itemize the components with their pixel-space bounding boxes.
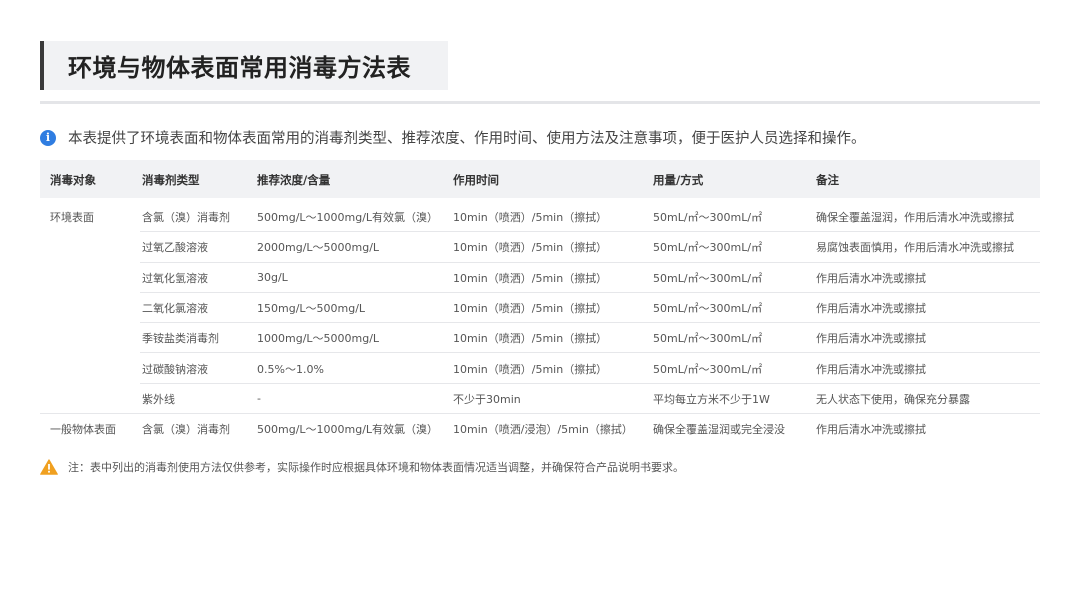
table-cell: 2000mg/L～5000mg/L [257, 241, 380, 255]
disinfection-table: 消毒对象 消毒剂类型 推荐浓度/含量 作用时间 用量/方式 备注 环境表面 含氯… [40, 160, 1040, 444]
table-cell: 季铵盐类消毒剂 [142, 332, 219, 346]
table-cell: 500mg/L～1000mg/L有效氯（溴） [257, 211, 439, 225]
table-row: 季铵盐类消毒剂 1000mg/L～5000mg/L 10min（喷洒）/5min… [40, 323, 1040, 354]
table-cell: 50mL/㎡～300mL/㎡ [653, 211, 763, 225]
column-header: 用量/方式 [653, 173, 704, 187]
column-header: 消毒剂类型 [142, 173, 200, 187]
table-cell: 10min（喷洒）/5min（擦拭） [453, 362, 608, 376]
footnote-text: 注：表中列出的消毒剂使用方法仅供参考，实际操作时应根据具体环境和物体表面情况适当… [68, 461, 684, 474]
column-header: 消毒对象 [50, 173, 96, 187]
table-cell: 10min（喷洒）/5min（擦拭） [453, 302, 608, 316]
table-cell: 10min（喷洒）/5min（擦拭） [453, 211, 608, 225]
title-divider [40, 101, 1040, 104]
table-cell: 过氧化氢溶液 [142, 271, 208, 285]
table-cell: 50mL/㎡～300mL/㎡ [653, 302, 763, 316]
table-row: 过氧化氢溶液 30g/L 10min（喷洒）/5min（擦拭） 50mL/㎡～3… [40, 263, 1040, 293]
table-cell: 150mg/L～500mg/L [257, 302, 366, 316]
intro-text: 本表提供了环境表面和物体表面常用的消毒剂类型、推荐浓度、作用时间、使用方法及注意… [68, 131, 866, 147]
table-cell: 二氧化氯溶液 [142, 302, 208, 316]
table-cell: 50mL/㎡～300mL/㎡ [653, 362, 763, 376]
table-cell: 过氧乙酸溶液 [142, 241, 208, 255]
table-cell: 50mL/㎡～300mL/㎡ [653, 271, 763, 285]
title-block: 环境与物体表面常用消毒方法表 [40, 41, 448, 90]
table-cell: 平均每立方米不少于1W [653, 392, 770, 406]
table-cell: 50mL/㎡～300mL/㎡ [653, 241, 763, 255]
table-header: 消毒对象 消毒剂类型 推荐浓度/含量 作用时间 用量/方式 备注 [40, 160, 1040, 198]
table-cell: 不少于30min [453, 392, 521, 406]
table-cell: 作用后清水冲洗或擦拭 [816, 302, 926, 316]
table-row: 过碳酸钠溶液 0.5%～1.0% 10min（喷洒）/5min（擦拭） 50mL… [40, 353, 1040, 384]
column-header: 作用时间 [453, 173, 499, 187]
table-cell: 500mg/L～1000mg/L有效氯（溴） [257, 423, 439, 437]
table-body: 环境表面 含氯（溴）消毒剂 500mg/L～1000mg/L有效氯（溴） 10m… [40, 202, 1040, 444]
intro: i 本表提供了环境表面和物体表面常用的消毒剂类型、推荐浓度、作用时间、使用方法及… [40, 127, 866, 148]
footnote: 注：表中列出的消毒剂使用方法仅供参考，实际操作时应根据具体环境和物体表面情况适当… [40, 459, 684, 475]
table-cell: - [257, 392, 261, 406]
table-cell: 0.5%～1.0% [257, 362, 324, 376]
table-cell: 含氯（溴）消毒剂 [142, 211, 230, 225]
table-cell: 30g/L [257, 271, 288, 285]
table-cell: 1000mg/L～5000mg/L [257, 332, 380, 346]
column-header: 推荐浓度/含量 [257, 173, 331, 187]
table-cell: 作用后清水冲洗或擦拭 [816, 423, 926, 437]
table-cell: 环境表面 [50, 211, 94, 225]
table-cell: 10min（喷洒）/5min（擦拭） [453, 271, 608, 285]
table-cell: 作用后清水冲洗或擦拭 [816, 271, 926, 285]
table-cell: 易腐蚀表面慎用，作用后清水冲洗或擦拭 [816, 241, 1014, 255]
table-cell: 紫外线 [142, 392, 175, 406]
table-cell: 含氯（溴）消毒剂 [142, 423, 230, 437]
table-cell: 10min（喷洒）/5min（擦拭） [453, 332, 608, 346]
warning-icon [40, 459, 58, 475]
table-row: 过氧乙酸溶液 2000mg/L～5000mg/L 10min（喷洒）/5min（… [40, 232, 1040, 263]
table-cell: 过碳酸钠溶液 [142, 362, 208, 376]
table-cell: 10min（喷洒/浸泡）/5min（擦拭） [453, 423, 633, 437]
table-row: 环境表面 含氯（溴）消毒剂 500mg/L～1000mg/L有效氯（溴） 10m… [40, 202, 1040, 233]
table-cell: 作用后清水冲洗或擦拭 [816, 362, 926, 376]
column-header: 备注 [816, 173, 839, 187]
table-cell: 确保全覆盖湿润或完全浸没 [653, 423, 785, 437]
table-row: 紫外线 - 不少于30min 平均每立方米不少于1W 无人状态下使用，确保充分暴… [40, 384, 1040, 415]
info-icon: i [40, 129, 56, 146]
table-cell: 一般物体表面 [50, 423, 116, 437]
table-cell: 10min（喷洒）/5min（擦拭） [453, 241, 608, 255]
table-cell: 确保全覆盖湿润，作用后清水冲洗或擦拭 [816, 211, 1014, 225]
table-row: 一般物体表面 含氯（溴）消毒剂 500mg/L～1000mg/L有效氯（溴） 1… [40, 414, 1040, 444]
table-cell: 作用后清水冲洗或擦拭 [816, 332, 926, 346]
page-title: 环境与物体表面常用消毒方法表 [68, 54, 411, 82]
table-cell: 无人状态下使用，确保充分暴露 [816, 392, 970, 406]
table-cell: 50mL/㎡～300mL/㎡ [653, 332, 763, 346]
table-row: 二氧化氯溶液 150mg/L～500mg/L 10min（喷洒）/5min（擦拭… [40, 293, 1040, 324]
